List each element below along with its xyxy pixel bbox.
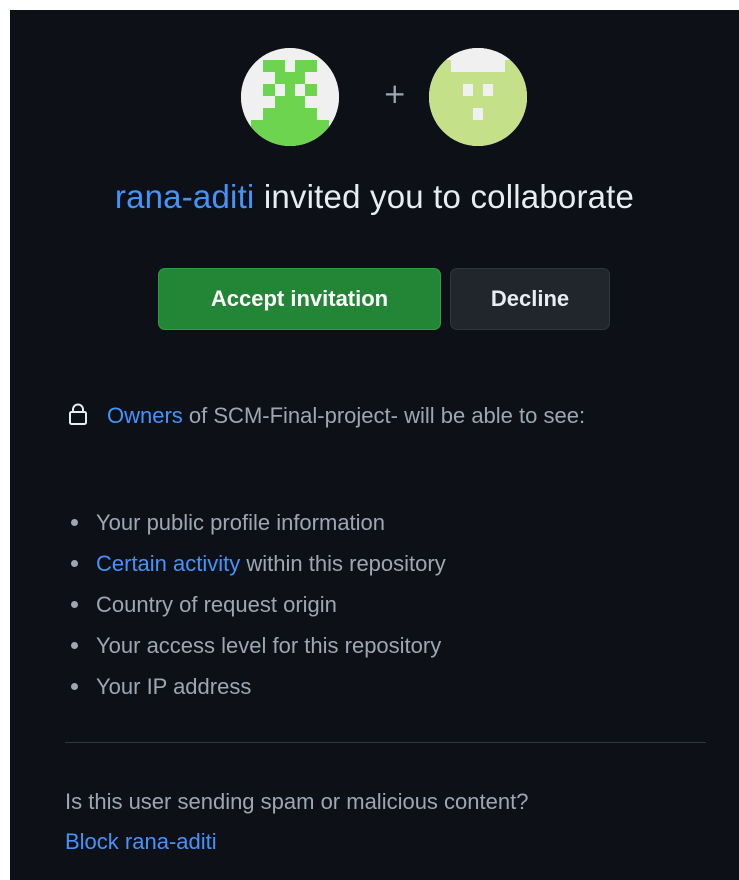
list-item-text: Your IP address	[96, 674, 252, 699]
plus-icon: +	[383, 77, 407, 110]
bullet-icon	[71, 642, 78, 649]
spam-question: Is this user sending spam or malicious c…	[65, 789, 529, 814]
list-item-text: Country of request origin	[96, 592, 337, 617]
certain-activity-link[interactable]: Certain activity	[96, 551, 240, 576]
invitation-message: invited you to collaborate	[263, 178, 635, 215]
visibility-notice: Owners of SCM-Final-project- will be abl…	[65, 397, 725, 435]
invitation-panel: + rana-aditi invited you to collaborate	[10, 10, 739, 880]
invitee-avatar[interactable]	[429, 48, 527, 146]
block-user-link[interactable]: Block rana-aditi	[65, 829, 217, 855]
divider	[65, 742, 706, 743]
list-item-text: Your access level for this repository	[96, 633, 442, 658]
bullet-icon	[71, 683, 78, 690]
invitation-headline: rana-aditi invited you to collaborate	[10, 178, 739, 216]
bullet-icon	[71, 601, 78, 608]
decline-button[interactable]: Decline	[450, 268, 610, 330]
visibility-statement: of SCM-Final-project- will be able to se…	[188, 403, 586, 428]
list-item: Your IP address	[65, 666, 446, 707]
bullet-icon	[71, 560, 78, 567]
inviter-link[interactable]: rana-aditi	[115, 178, 255, 215]
owners-link[interactable]: Owners	[107, 403, 183, 428]
identicon-lime	[429, 48, 527, 146]
list-item: Country of request origin	[65, 584, 446, 625]
avatar-group: +	[10, 48, 739, 150]
identicon-green	[241, 48, 339, 146]
list-item-text: Your public profile information	[96, 510, 386, 535]
inviter-avatar[interactable]	[241, 48, 339, 146]
visibility-list: Your public profile information Certain …	[65, 502, 446, 707]
list-item: Your access level for this repository	[65, 625, 446, 666]
list-item-text: within this repository	[246, 551, 446, 576]
list-item: Your public profile information	[65, 502, 446, 543]
list-item: Certain activity within this repository	[65, 543, 446, 584]
accept-invitation-button[interactable]: Accept invitation	[158, 268, 441, 330]
lock-icon	[67, 403, 89, 425]
bullet-icon	[71, 519, 78, 526]
